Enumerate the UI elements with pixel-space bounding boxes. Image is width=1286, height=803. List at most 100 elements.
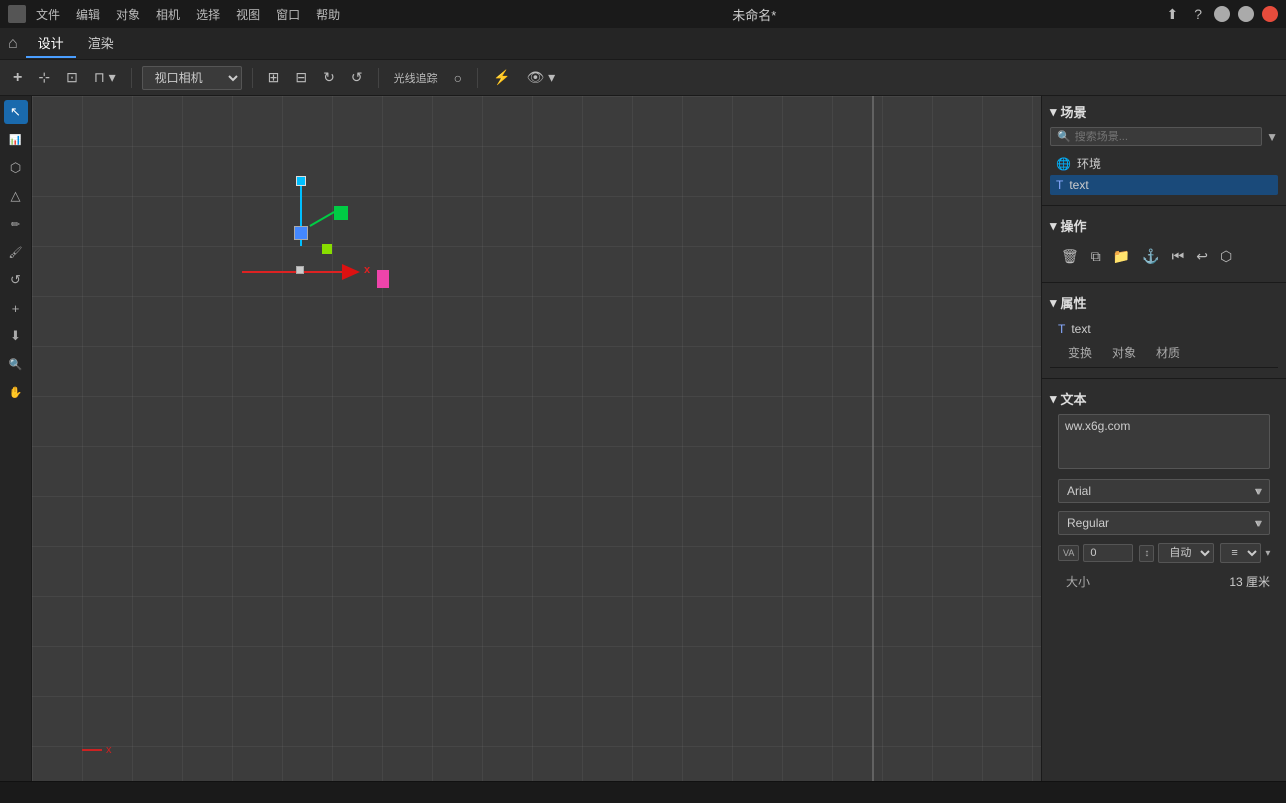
menu-object[interactable]: 对象	[110, 4, 146, 25]
separator-1	[131, 68, 132, 88]
icon1-button[interactable]: ⊞	[263, 66, 285, 89]
add-button[interactable]: +	[8, 66, 27, 90]
properties-header: ▾ 属性	[1050, 293, 1278, 312]
magnet-tool[interactable]: ⊓ ▾	[89, 66, 121, 89]
app-icon	[8, 5, 26, 23]
operations-row: 🗑 ⧉ 📁 ⚓ ⏮ ↩ ⬡	[1050, 241, 1278, 272]
add-btn[interactable]: +	[4, 296, 28, 320]
camera-select[interactable]: 视口相机	[142, 66, 242, 90]
green-sq-handle[interactable]	[322, 244, 332, 254]
maximize-button[interactable]	[1238, 6, 1254, 22]
tab-render[interactable]: 渲染	[76, 29, 126, 58]
x-axis-line	[242, 271, 342, 273]
style-chevron-icon: ▾	[1255, 516, 1261, 530]
ops-collapse-arrow[interactable]: ▾	[1050, 218, 1057, 234]
raytracing-label: 光线追踪	[389, 67, 443, 89]
axis-x-text: x	[106, 744, 112, 756]
copy-button[interactable]: ⧉	[1088, 245, 1104, 268]
scene-section: ▾ 场景 🔍 ▼ 🌐 环境 T text	[1042, 96, 1286, 201]
menu-edit[interactable]: 编辑	[70, 4, 106, 25]
pivot-handle[interactable]	[294, 226, 308, 240]
filter-button[interactable]: ▼	[1266, 130, 1278, 144]
va-icon: VA	[1058, 545, 1079, 561]
title-bar: 文件 编辑 对象 相机 选择 视图 窗口 帮助 未命名* ⬆ ?	[0, 0, 1286, 28]
more-icon[interactable]: ⚡	[488, 66, 515, 89]
stats-btn[interactable]: 📊	[4, 128, 28, 152]
titlebar-right: ⬆ ?	[1162, 4, 1278, 25]
size-label: 大小	[1058, 571, 1098, 592]
properties-title: ▾ 属性	[1050, 293, 1087, 312]
import-btn[interactable]: ⬇	[4, 324, 28, 348]
text-label: text	[1069, 178, 1088, 192]
menu-camera[interactable]: 相机	[150, 4, 186, 25]
rotate-btn[interactable]: ↺	[4, 268, 28, 292]
style-select[interactable]: Regular ▾	[1058, 511, 1270, 535]
x-axis-square	[296, 266, 304, 274]
poly-btn[interactable]: △	[4, 184, 28, 208]
text-content-area[interactable]: ww.x6g.com	[1058, 414, 1270, 469]
nav-tabs: ⌂ 设计 渲染	[0, 28, 1286, 60]
menu-select[interactable]: 选择	[190, 4, 226, 25]
top-handle[interactable]	[296, 176, 306, 186]
icon3-button[interactable]: ↻	[318, 66, 340, 89]
style-select-wrapper: Regular ▾	[1058, 511, 1270, 535]
font-select-row: Arial ▾	[1050, 475, 1278, 507]
prop-object-type-icon: T	[1058, 322, 1065, 336]
mesh-button[interactable]: ⬡	[1217, 245, 1235, 268]
menu-help[interactable]: 帮助	[310, 4, 346, 25]
search-btn[interactable]: 🔍	[4, 352, 28, 376]
va-input[interactable]	[1083, 544, 1133, 562]
scene-search[interactable]: 🔍	[1050, 127, 1262, 146]
folder-button[interactable]: 📁	[1110, 245, 1133, 268]
scene-item-environment[interactable]: 🌐 环境	[1050, 152, 1278, 175]
prop-tab-object[interactable]: 对象	[1102, 340, 1146, 367]
pen-btn[interactable]: ✏	[4, 212, 28, 236]
align-select[interactable]: ≡	[1220, 543, 1261, 563]
environment-label: 环境	[1077, 155, 1101, 172]
minimize-button[interactable]	[1214, 6, 1230, 22]
frame-tool[interactable]: ⊡	[61, 66, 83, 89]
raytracing-toggle[interactable]: ○	[449, 67, 467, 89]
hand-btn[interactable]: ✋	[4, 380, 28, 404]
export-button[interactable]: ⬆	[1162, 4, 1182, 25]
prop-tab-transform[interactable]: 变换	[1058, 340, 1102, 367]
icon4-button[interactable]: ↺	[346, 66, 368, 89]
prev-button[interactable]: ⏮	[1169, 245, 1188, 268]
delete-button[interactable]: 🗑	[1058, 245, 1082, 268]
titlebar-left: 文件 编辑 对象 相机 选择 视图 窗口 帮助	[8, 4, 346, 25]
spacing-select[interactable]: 自动	[1158, 543, 1214, 563]
text-props-title: ▾ 文本	[1050, 389, 1087, 408]
scene-search-input[interactable]	[1075, 131, 1255, 143]
operations-section: ▾ 操作 🗑 ⧉ 📁 ⚓ ⏮ ↩ ⬡	[1042, 210, 1286, 278]
props-collapse-arrow[interactable]: ▾	[1050, 295, 1057, 311]
scene-item-text[interactable]: T text	[1050, 175, 1278, 195]
home-button[interactable]: ⌂	[8, 35, 18, 53]
separator-3	[378, 68, 379, 88]
anchor-button[interactable]: ⚓	[1139, 245, 1162, 268]
green-line	[309, 211, 334, 227]
close-button[interactable]	[1262, 6, 1278, 22]
paint-btn[interactable]: 🖌	[4, 240, 28, 264]
scene-collapse-arrow[interactable]: ▾	[1050, 104, 1057, 120]
icon2-button[interactable]: ⊟	[290, 66, 312, 89]
prop-tab-material[interactable]: 材质	[1146, 340, 1190, 367]
eye-icon[interactable]: 👁 ▾	[522, 66, 561, 89]
menu-window[interactable]: 窗口	[270, 4, 306, 25]
shape-btn[interactable]: ⬡	[4, 156, 28, 180]
spacing-input-group: ↕ 自动	[1139, 543, 1214, 563]
select-tool-btn[interactable]: ↖	[4, 100, 28, 124]
divider-1	[1042, 205, 1286, 206]
select-tool[interactable]: ⊹	[33, 66, 55, 89]
scene-title: ▾ 场景	[1050, 102, 1087, 121]
help-button[interactable]: ?	[1190, 4, 1206, 24]
font-select-wrapper: Arial ▾	[1058, 479, 1270, 503]
text-props-section: ▾ 文本 ww.x6g.com Arial ▾ Regu	[1042, 383, 1286, 602]
undo-button[interactable]: ↩	[1193, 245, 1211, 268]
menu-file[interactable]: 文件	[30, 4, 66, 25]
green-circle-handle[interactable]	[334, 206, 348, 220]
menu-view[interactable]: 视图	[230, 4, 266, 25]
text-props-arrow[interactable]: ▾	[1050, 391, 1057, 407]
font-select[interactable]: Arial ▾	[1058, 479, 1270, 503]
tab-design[interactable]: 设计	[26, 29, 76, 58]
viewport[interactable]: x x	[32, 96, 1041, 781]
